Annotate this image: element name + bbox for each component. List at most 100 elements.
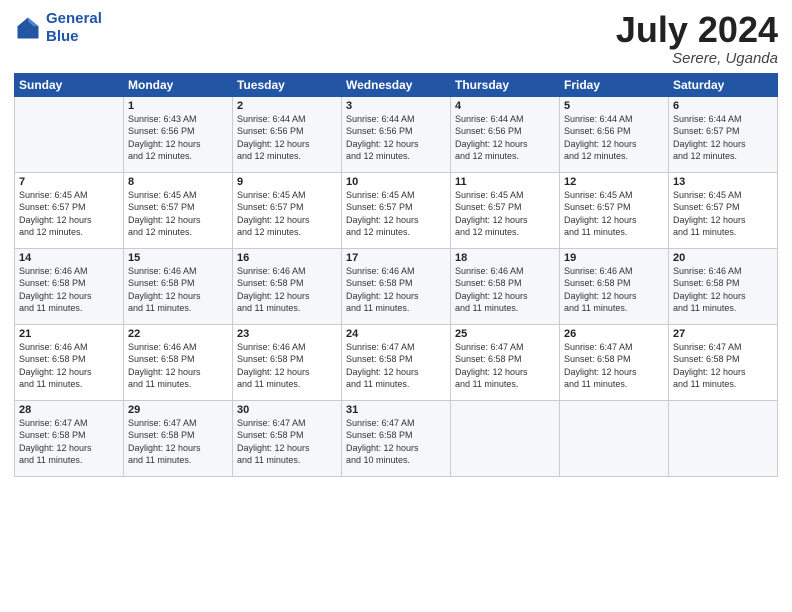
calendar-cell: 3Sunrise: 6:44 AM Sunset: 6:56 PM Daylig… <box>342 96 451 172</box>
calendar-cell: 31Sunrise: 6:47 AM Sunset: 6:58 PM Dayli… <box>342 400 451 476</box>
day-number: 21 <box>19 328 119 340</box>
calendar-cell: 15Sunrise: 6:46 AM Sunset: 6:58 PM Dayli… <box>124 248 233 324</box>
header-row: SundayMondayTuesdayWednesdayThursdayFrid… <box>15 73 778 96</box>
calendar-cell: 18Sunrise: 6:46 AM Sunset: 6:58 PM Dayli… <box>451 248 560 324</box>
day-info: Sunrise: 6:44 AM Sunset: 6:56 PM Dayligh… <box>346 113 446 163</box>
day-info: Sunrise: 6:47 AM Sunset: 6:58 PM Dayligh… <box>346 417 446 467</box>
calendar-cell: 21Sunrise: 6:46 AM Sunset: 6:58 PM Dayli… <box>15 324 124 400</box>
day-number: 7 <box>19 176 119 188</box>
day-info: Sunrise: 6:47 AM Sunset: 6:58 PM Dayligh… <box>673 341 773 391</box>
calendar-cell: 27Sunrise: 6:47 AM Sunset: 6:58 PM Dayli… <box>669 324 778 400</box>
calendar-cell: 29Sunrise: 6:47 AM Sunset: 6:58 PM Dayli… <box>124 400 233 476</box>
day-info: Sunrise: 6:44 AM Sunset: 6:56 PM Dayligh… <box>455 113 555 163</box>
calendar-cell: 26Sunrise: 6:47 AM Sunset: 6:58 PM Dayli… <box>560 324 669 400</box>
calendar-cell: 20Sunrise: 6:46 AM Sunset: 6:58 PM Dayli… <box>669 248 778 324</box>
calendar-cell: 13Sunrise: 6:45 AM Sunset: 6:57 PM Dayli… <box>669 172 778 248</box>
calendar-cell: 25Sunrise: 6:47 AM Sunset: 6:58 PM Dayli… <box>451 324 560 400</box>
day-info: Sunrise: 6:47 AM Sunset: 6:58 PM Dayligh… <box>19 417 119 467</box>
day-info: Sunrise: 6:47 AM Sunset: 6:58 PM Dayligh… <box>237 417 337 467</box>
logo-icon <box>14 14 42 42</box>
calendar-cell: 4Sunrise: 6:44 AM Sunset: 6:56 PM Daylig… <box>451 96 560 172</box>
day-number: 30 <box>237 404 337 416</box>
day-number: 12 <box>564 176 664 188</box>
day-number: 29 <box>128 404 228 416</box>
calendar-cell: 14Sunrise: 6:46 AM Sunset: 6:58 PM Dayli… <box>15 248 124 324</box>
day-info: Sunrise: 6:46 AM Sunset: 6:58 PM Dayligh… <box>19 265 119 315</box>
day-info: Sunrise: 6:45 AM Sunset: 6:57 PM Dayligh… <box>673 189 773 239</box>
calendar-cell: 16Sunrise: 6:46 AM Sunset: 6:58 PM Dayli… <box>233 248 342 324</box>
day-number: 28 <box>19 404 119 416</box>
day-info: Sunrise: 6:44 AM Sunset: 6:56 PM Dayligh… <box>564 113 664 163</box>
page: General Blue July 2024 Serere, Uganda Su… <box>0 0 792 612</box>
month-title: July 2024 <box>616 10 778 50</box>
column-header-tuesday: Tuesday <box>233 73 342 96</box>
day-info: Sunrise: 6:45 AM Sunset: 6:57 PM Dayligh… <box>564 189 664 239</box>
day-info: Sunrise: 6:45 AM Sunset: 6:57 PM Dayligh… <box>455 189 555 239</box>
calendar-cell: 17Sunrise: 6:46 AM Sunset: 6:58 PM Dayli… <box>342 248 451 324</box>
day-info: Sunrise: 6:43 AM Sunset: 6:56 PM Dayligh… <box>128 113 228 163</box>
day-number: 13 <box>673 176 773 188</box>
day-info: Sunrise: 6:46 AM Sunset: 6:58 PM Dayligh… <box>237 265 337 315</box>
column-header-sunday: Sunday <box>15 73 124 96</box>
location: Serere, Uganda <box>616 50 778 67</box>
calendar-cell: 28Sunrise: 6:47 AM Sunset: 6:58 PM Dayli… <box>15 400 124 476</box>
calendar-cell: 9Sunrise: 6:45 AM Sunset: 6:57 PM Daylig… <box>233 172 342 248</box>
day-info: Sunrise: 6:46 AM Sunset: 6:58 PM Dayligh… <box>19 341 119 391</box>
calendar-cell: 23Sunrise: 6:46 AM Sunset: 6:58 PM Dayli… <box>233 324 342 400</box>
calendar-cell <box>669 400 778 476</box>
day-info: Sunrise: 6:46 AM Sunset: 6:58 PM Dayligh… <box>128 341 228 391</box>
day-number: 8 <box>128 176 228 188</box>
day-number: 3 <box>346 100 446 112</box>
column-header-monday: Monday <box>124 73 233 96</box>
day-number: 20 <box>673 252 773 264</box>
day-number: 25 <box>455 328 555 340</box>
calendar-cell: 19Sunrise: 6:46 AM Sunset: 6:58 PM Dayli… <box>560 248 669 324</box>
day-info: Sunrise: 6:46 AM Sunset: 6:58 PM Dayligh… <box>673 265 773 315</box>
week-row-3: 14Sunrise: 6:46 AM Sunset: 6:58 PM Dayli… <box>15 248 778 324</box>
week-row-2: 7Sunrise: 6:45 AM Sunset: 6:57 PM Daylig… <box>15 172 778 248</box>
day-info: Sunrise: 6:45 AM Sunset: 6:57 PM Dayligh… <box>346 189 446 239</box>
column-header-thursday: Thursday <box>451 73 560 96</box>
day-number: 6 <box>673 100 773 112</box>
day-number: 9 <box>237 176 337 188</box>
calendar-cell: 10Sunrise: 6:45 AM Sunset: 6:57 PM Dayli… <box>342 172 451 248</box>
day-info: Sunrise: 6:47 AM Sunset: 6:58 PM Dayligh… <box>455 341 555 391</box>
day-number: 18 <box>455 252 555 264</box>
day-number: 31 <box>346 404 446 416</box>
calendar-cell: 5Sunrise: 6:44 AM Sunset: 6:56 PM Daylig… <box>560 96 669 172</box>
day-number: 5 <box>564 100 664 112</box>
column-header-friday: Friday <box>560 73 669 96</box>
day-info: Sunrise: 6:47 AM Sunset: 6:58 PM Dayligh… <box>346 341 446 391</box>
day-info: Sunrise: 6:46 AM Sunset: 6:58 PM Dayligh… <box>237 341 337 391</box>
day-number: 14 <box>19 252 119 264</box>
title-area: July 2024 Serere, Uganda <box>616 10 778 67</box>
day-number: 22 <box>128 328 228 340</box>
calendar-cell: 24Sunrise: 6:47 AM Sunset: 6:58 PM Dayli… <box>342 324 451 400</box>
calendar-cell: 30Sunrise: 6:47 AM Sunset: 6:58 PM Dayli… <box>233 400 342 476</box>
calendar-cell: 22Sunrise: 6:46 AM Sunset: 6:58 PM Dayli… <box>124 324 233 400</box>
header: General Blue July 2024 Serere, Uganda <box>14 10 778 67</box>
day-info: Sunrise: 6:47 AM Sunset: 6:58 PM Dayligh… <box>564 341 664 391</box>
day-number: 1 <box>128 100 228 112</box>
day-info: Sunrise: 6:47 AM Sunset: 6:58 PM Dayligh… <box>128 417 228 467</box>
day-info: Sunrise: 6:46 AM Sunset: 6:58 PM Dayligh… <box>128 265 228 315</box>
day-info: Sunrise: 6:45 AM Sunset: 6:57 PM Dayligh… <box>128 189 228 239</box>
calendar-cell: 6Sunrise: 6:44 AM Sunset: 6:57 PM Daylig… <box>669 96 778 172</box>
day-number: 26 <box>564 328 664 340</box>
day-number: 17 <box>346 252 446 264</box>
day-info: Sunrise: 6:46 AM Sunset: 6:58 PM Dayligh… <box>346 265 446 315</box>
day-info: Sunrise: 6:46 AM Sunset: 6:58 PM Dayligh… <box>564 265 664 315</box>
week-row-5: 28Sunrise: 6:47 AM Sunset: 6:58 PM Dayli… <box>15 400 778 476</box>
calendar-cell <box>451 400 560 476</box>
day-number: 2 <box>237 100 337 112</box>
day-info: Sunrise: 6:44 AM Sunset: 6:57 PM Dayligh… <box>673 113 773 163</box>
calendar-cell: 1Sunrise: 6:43 AM Sunset: 6:56 PM Daylig… <box>124 96 233 172</box>
week-row-4: 21Sunrise: 6:46 AM Sunset: 6:58 PM Dayli… <box>15 324 778 400</box>
calendar-cell <box>15 96 124 172</box>
day-info: Sunrise: 6:45 AM Sunset: 6:57 PM Dayligh… <box>19 189 119 239</box>
calendar-cell: 8Sunrise: 6:45 AM Sunset: 6:57 PM Daylig… <box>124 172 233 248</box>
day-number: 15 <box>128 252 228 264</box>
logo: General Blue <box>14 10 102 46</box>
day-info: Sunrise: 6:45 AM Sunset: 6:57 PM Dayligh… <box>237 189 337 239</box>
day-number: 19 <box>564 252 664 264</box>
